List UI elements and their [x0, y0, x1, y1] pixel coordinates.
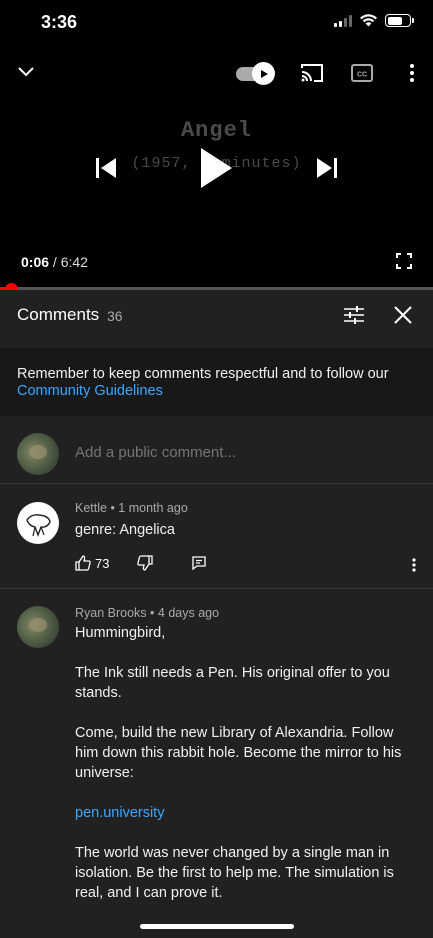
battery-icon [385, 14, 414, 27]
comment-age: 1 month ago [118, 501, 188, 515]
avatar [17, 433, 59, 475]
autoplay-play-icon [252, 62, 275, 85]
status-icons [334, 14, 414, 27]
sort-filter-icon[interactable] [342, 304, 366, 326]
title-card-line1: Angel [180, 118, 252, 143]
comment-author[interactable]: Ryan Brooks [75, 606, 147, 620]
dislike-button[interactable] [137, 555, 154, 571]
avatar[interactable] [17, 502, 59, 544]
comment-paragraph: Come, build the new Library of Alexandri… [75, 725, 402, 781]
duration: 6:42 [60, 254, 88, 270]
comment-author[interactable]: Kettle [75, 501, 107, 515]
like-count: 73 [95, 555, 110, 571]
thumbs-down-icon [137, 555, 154, 571]
thumbs-up-icon [75, 555, 91, 571]
next-icon[interactable] [315, 156, 339, 180]
comment-item: Ryan Brooks • 4 days ago Hummingbird, Th… [0, 590, 433, 938]
comment-item: Kettle • 1 month ago genre: Angelica 73 [0, 485, 433, 589]
like-button[interactable]: 73 [75, 555, 109, 571]
time-display: 0:06 / 6:42 [21, 254, 88, 270]
comment-paragraph: Hummingbird, [75, 625, 166, 641]
comment-actions: 73 [75, 555, 207, 571]
add-comment-row [0, 416, 433, 484]
play-icon[interactable] [196, 146, 236, 190]
current-time: 0:06 [21, 254, 50, 270]
status-time: 3:36 [41, 12, 78, 32]
home-indicator[interactable] [140, 924, 294, 929]
svg-text:CC: CC [357, 72, 367, 79]
signal-icon [334, 14, 352, 27]
guidelines-notice: Remember to keep comments respectful and… [0, 348, 433, 416]
comments-header: Comments 36 [0, 290, 433, 340]
minimize-chevron-icon[interactable] [14, 60, 38, 84]
comment-text: genre: Angelica [75, 522, 175, 538]
notice-text: Remember to keep comments respectful and… [17, 366, 389, 382]
video-player[interactable]: 3:36 CC Angel (1957, minutes) 0:06 / 6:4… [0, 0, 433, 290]
autoplay-toggle[interactable] [236, 62, 276, 86]
comment-paragraph: The world was never changed by a single … [75, 845, 394, 901]
reply-icon [192, 556, 207, 571]
captions-icon[interactable]: CC [350, 62, 374, 84]
comment-meta: Kettle • 1 month ago [75, 501, 188, 515]
close-icon[interactable] [392, 304, 414, 326]
time-separator: / [49, 254, 61, 270]
add-comment-input[interactable] [75, 444, 274, 461]
comment-link[interactable]: pen.university [75, 803, 415, 823]
more-options-icon[interactable] [404, 60, 420, 86]
wifi-icon [360, 14, 377, 27]
community-guidelines-link[interactable]: Community Guidelines [17, 383, 416, 400]
comment-more-icon[interactable] [409, 557, 419, 573]
comments-title: Comments [17, 305, 100, 324]
comment-age: 4 days ago [157, 606, 220, 620]
comments-count: 36 [107, 308, 123, 324]
previous-icon[interactable] [94, 156, 118, 180]
cast-icon[interactable] [299, 61, 325, 85]
avatar[interactable] [17, 606, 59, 648]
comment-paragraph: The Ink still needs a Pen. His original … [75, 665, 390, 701]
comment-meta: Ryan Brooks • 4 days ago [75, 606, 220, 620]
comment-text: Hummingbird, The Ink still needs a Pen. … [75, 623, 415, 923]
reply-button[interactable] [191, 555, 207, 571]
fullscreen-icon[interactable] [394, 252, 414, 270]
